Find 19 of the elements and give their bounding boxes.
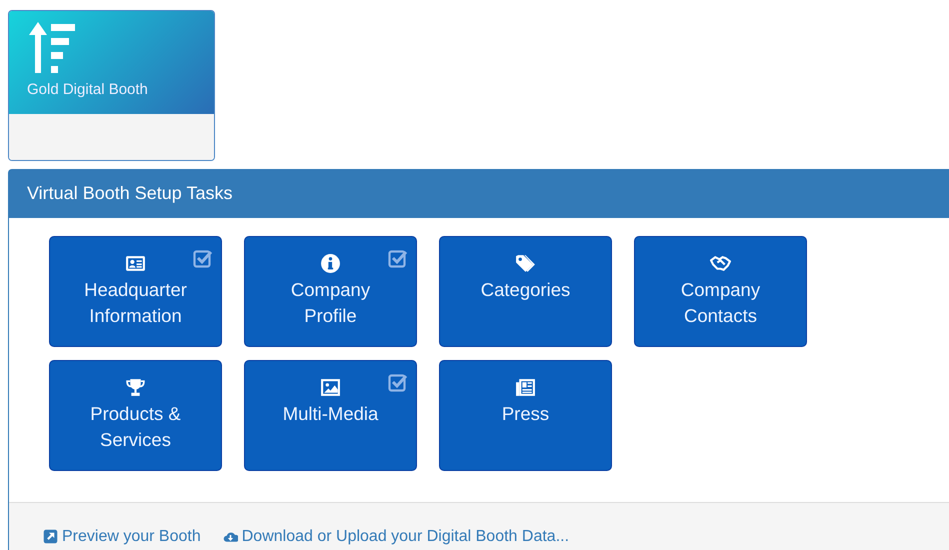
panel-title: Virtual Booth Setup Tasks (9, 170, 949, 218)
newspaper-icon (515, 377, 536, 398)
id-card-icon (125, 253, 146, 274)
external-link-icon (43, 529, 58, 544)
info-icon (320, 253, 341, 274)
task-tile[interactable]: Products & Services (49, 360, 222, 471)
task-tile[interactable]: Headquarter Information (49, 236, 222, 347)
trophy-icon (125, 377, 146, 398)
footer-link[interactable]: Preview your Booth (43, 518, 201, 550)
image-icon (320, 377, 341, 398)
tier-label: Gold Digital Booth (27, 81, 149, 98)
task-tile[interactable]: Multi-Media (244, 360, 417, 471)
task-tile[interactable]: Company Profile (244, 236, 417, 347)
footer-link[interactable]: Download or Upload your Digital Booth Data... (222, 518, 570, 550)
task-tile[interactable]: Press (439, 360, 612, 471)
task-tile[interactable]: Company Contacts (634, 236, 807, 347)
tags-icon (515, 253, 536, 274)
task-tile[interactable]: Categories (439, 236, 612, 347)
handshake-icon (710, 253, 731, 274)
